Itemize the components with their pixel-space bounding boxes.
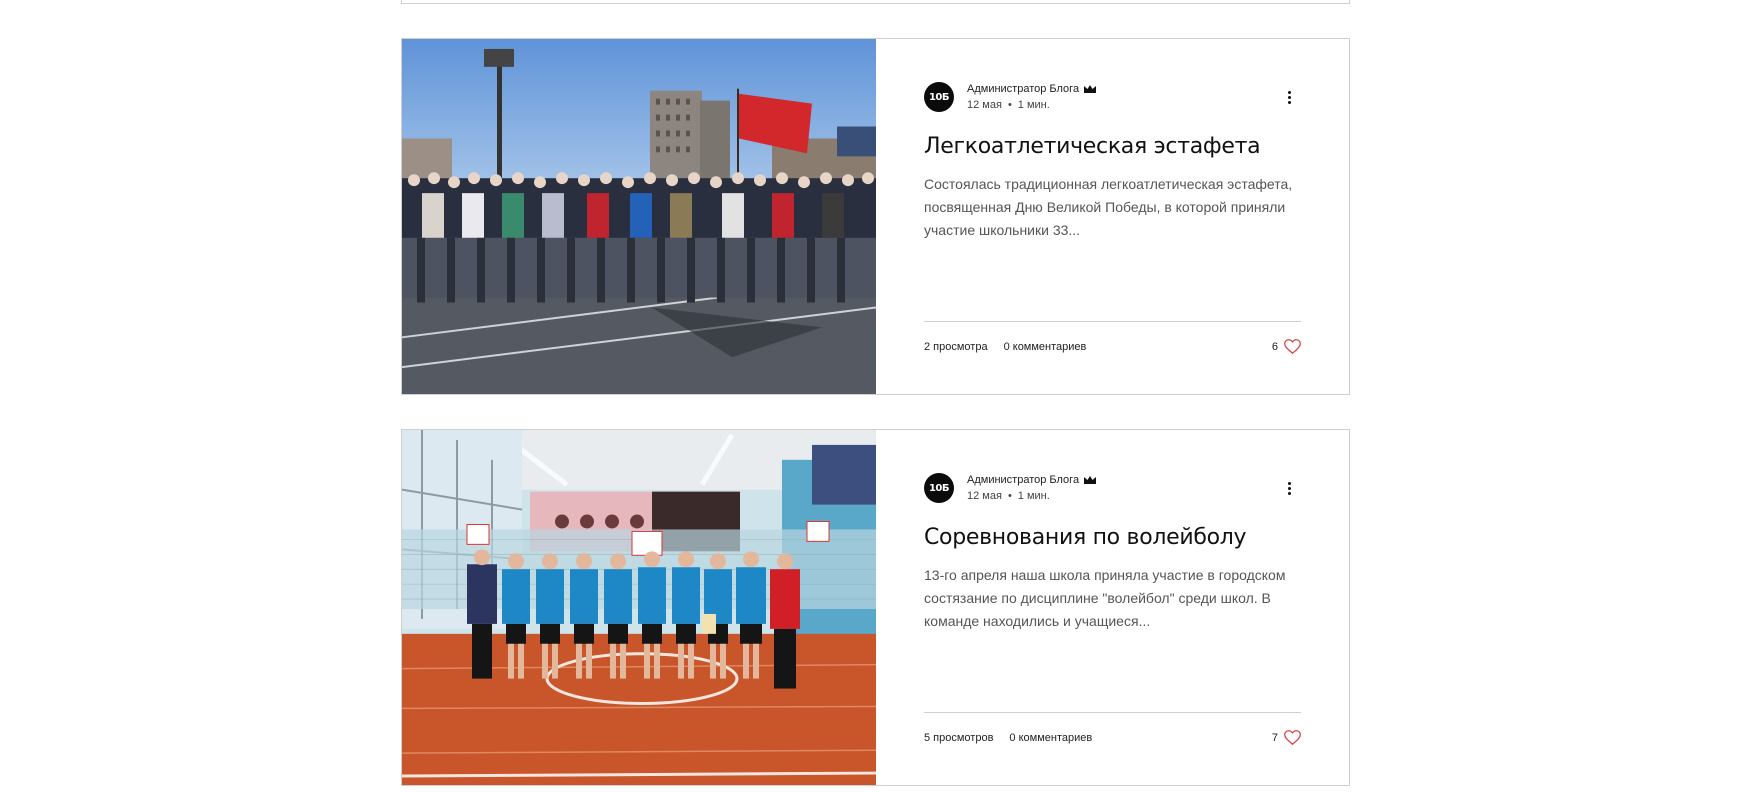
- author-name[interactable]: Администратор Блога: [967, 81, 1079, 97]
- post-body: 10Б Администратор Блога 12 мая • 1 мин. Ле…: [876, 39, 1349, 394]
- post-date: 12 мая: [967, 99, 1002, 111]
- post-date-line: 12 мая • 1 мин.: [967, 488, 1097, 504]
- post-date: 12 мая: [967, 490, 1002, 502]
- post-title[interactable]: Легкоатлетическая эстафета: [924, 134, 1301, 159]
- post-cover-image[interactable]: [402, 39, 876, 394]
- comments-count[interactable]: 0 комментариев: [1009, 732, 1092, 744]
- heart-icon: [1284, 339, 1301, 354]
- post-excerpt[interactable]: 13-го апреля наша школа приняла участие …: [924, 564, 1301, 633]
- like-button[interactable]: 7: [1272, 730, 1301, 745]
- separator-dot: •: [1007, 99, 1012, 111]
- comments-count[interactable]: 0 комментариев: [1004, 341, 1087, 353]
- separator-dot: •: [1007, 490, 1012, 502]
- read-time: 1 мин.: [1017, 490, 1050, 502]
- views-count: 5 просмотров: [924, 731, 994, 744]
- crown-icon: [1084, 85, 1097, 93]
- post-card[interactable]: 10Б Администратор Блога 12 мая • 1 мин. Со…: [401, 429, 1350, 786]
- post-card[interactable]: 10Б Администратор Блога 12 мая • 1 мин. Ле…: [401, 38, 1350, 395]
- author-name[interactable]: Администратор Блога: [967, 472, 1079, 488]
- views-count: 2 просмотра: [924, 340, 988, 353]
- post-body: 10Б Администратор Блога 12 мая • 1 мин. Со…: [876, 430, 1349, 785]
- author-meta: Администратор Блога 12 мая • 1 мин.: [967, 472, 1097, 504]
- post-cover-image[interactable]: [402, 430, 876, 785]
- read-time: 1 мин.: [1017, 99, 1050, 111]
- stadium-photo: [402, 39, 876, 394]
- likes-count: 6: [1271, 340, 1278, 353]
- gym-photo: [402, 430, 876, 785]
- author-row: 10Б Администратор Блога 12 мая • 1 мин.: [924, 472, 1301, 504]
- post-stats: 2 просмотра 0 комментариев 6: [924, 339, 1301, 354]
- crown-icon: [1084, 476, 1097, 484]
- post-excerpt[interactable]: Состоялась традиционная легкоатлетическа…: [924, 173, 1301, 242]
- like-button[interactable]: 6: [1272, 339, 1301, 354]
- avatar[interactable]: 10Б: [924, 82, 954, 112]
- previous-post-card-edge: [401, 0, 1350, 4]
- divider: [924, 712, 1301, 713]
- post-title[interactable]: Соревнования по волейболу: [924, 525, 1301, 550]
- likes-count: 7: [1271, 731, 1278, 744]
- post-date-line: 12 мая • 1 мин.: [967, 97, 1097, 113]
- author-meta: Администратор Блога 12 мая • 1 мин.: [967, 81, 1097, 113]
- divider: [924, 321, 1301, 322]
- avatar[interactable]: 10Б: [924, 473, 954, 503]
- more-actions-button[interactable]: [1277, 85, 1301, 109]
- author-row: 10Б Администратор Блога 12 мая • 1 мин.: [924, 81, 1301, 113]
- post-stats: 5 просмотров 0 комментариев 7: [924, 730, 1301, 745]
- more-actions-button[interactable]: [1277, 476, 1301, 500]
- heart-icon: [1284, 730, 1301, 745]
